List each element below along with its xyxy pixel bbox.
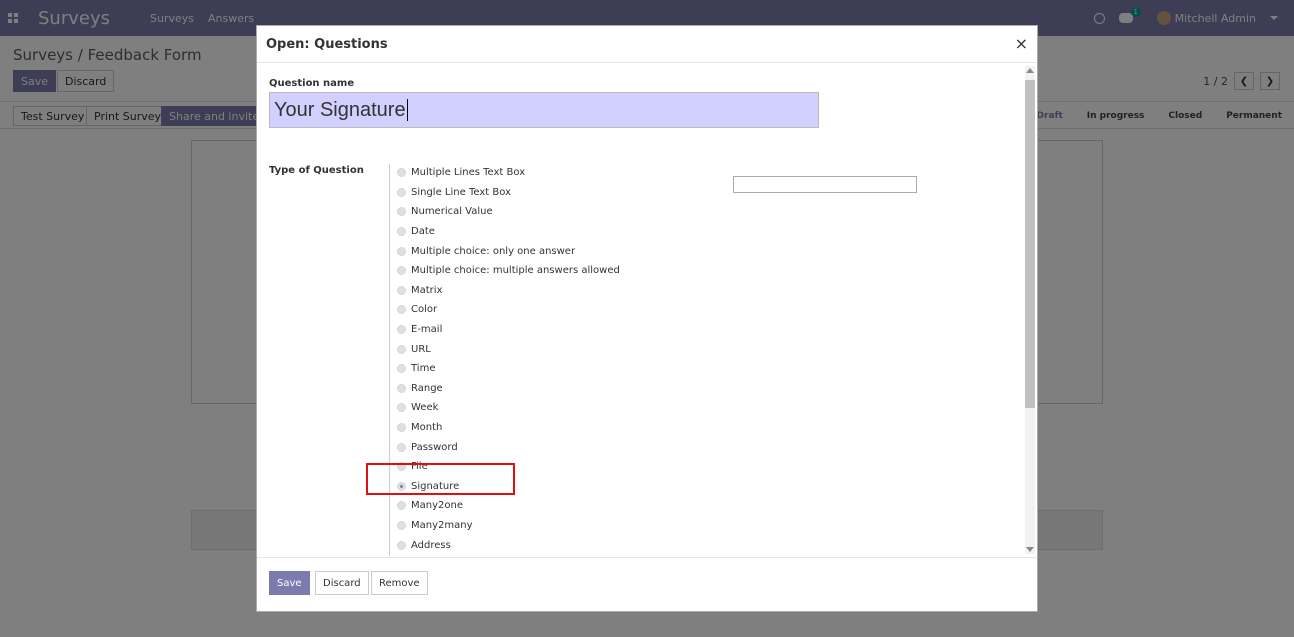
radio-icon[interactable] (397, 423, 406, 433)
divider (389, 164, 390, 556)
radio-option[interactable]: Many2many (397, 516, 620, 536)
dialog-remove-button[interactable]: Remove (371, 571, 428, 595)
radio-label[interactable]: Multiple choice: only one answer (411, 246, 575, 257)
radio-icon[interactable] (397, 187, 406, 197)
question-type-radio-group: Multiple Lines Text Box Single Line Text… (397, 163, 620, 555)
question-name-input[interactable]: Your Signature (269, 92, 819, 128)
radio-icon[interactable] (397, 442, 406, 452)
question-name-label: Question name (269, 78, 355, 89)
radio-label[interactable]: Multiple Lines Text Box (411, 167, 525, 178)
radio-icon[interactable] (397, 168, 406, 178)
radio-option[interactable]: Many2one (397, 496, 620, 516)
radio-option[interactable]: Multiple choice: only one answer (397, 241, 620, 261)
radio-label[interactable]: Matrix (411, 285, 442, 296)
text-cursor (406, 99, 408, 121)
radio-label[interactable]: URL (411, 344, 431, 355)
radio-label[interactable]: E-mail (411, 324, 442, 335)
radio-option[interactable]: Numerical Value (397, 202, 620, 222)
radio-icon[interactable] (397, 325, 406, 335)
scroll-down-icon[interactable] (1026, 547, 1034, 552)
radio-icon[interactable] (397, 207, 406, 217)
radio-icon[interactable] (397, 540, 406, 550)
radio-label[interactable]: Week (411, 402, 438, 413)
radio-icon[interactable] (397, 285, 406, 295)
dialog-title: Open: Questions (266, 36, 388, 52)
radio-label[interactable]: Address (411, 540, 451, 551)
radio-option[interactable]: Date (397, 222, 620, 242)
radio-option[interactable]: Single Line Text Box (397, 183, 620, 203)
radio-label[interactable]: Numerical Value (411, 206, 493, 217)
dialog-discard-button[interactable]: Discard (315, 571, 369, 595)
annotation-highlight-box (366, 463, 515, 495)
dialog-scrollbar[interactable] (1025, 66, 1035, 554)
radio-label[interactable]: Many2many (411, 520, 473, 531)
radio-label[interactable]: Range (411, 383, 443, 394)
radio-icon[interactable] (397, 344, 406, 354)
radio-option[interactable]: Range (397, 379, 620, 399)
radio-label[interactable]: Month (411, 422, 442, 433)
question-name-value: Your Signature (274, 98, 406, 121)
radio-icon[interactable] (397, 227, 406, 237)
side-input-box[interactable] (733, 176, 917, 193)
radio-label[interactable]: Time (411, 363, 435, 374)
radio-icon[interactable] (397, 403, 406, 413)
radio-option[interactable]: Month (397, 418, 620, 438)
radio-icon[interactable] (397, 364, 406, 374)
dialog-save-button[interactable]: Save (269, 571, 310, 595)
radio-label[interactable]: Multiple choice: multiple answers allowe… (411, 265, 620, 276)
scroll-up-icon[interactable] (1026, 68, 1034, 73)
radio-option[interactable]: Multiple Lines Text Box (397, 163, 620, 183)
close-icon[interactable]: × (1015, 34, 1028, 53)
radio-option[interactable]: Multiple choice: multiple answers allowe… (397, 261, 620, 281)
radio-icon[interactable] (397, 266, 406, 276)
radio-label[interactable]: Date (411, 226, 435, 237)
radio-icon[interactable] (397, 501, 406, 511)
radio-icon[interactable] (397, 246, 406, 256)
radio-option[interactable]: Color (397, 300, 620, 320)
radio-option[interactable]: Time (397, 359, 620, 379)
radio-icon[interactable] (397, 520, 406, 530)
radio-option[interactable]: Week (397, 398, 620, 418)
radio-option[interactable]: Address (397, 535, 620, 555)
radio-label[interactable]: Many2one (411, 500, 463, 511)
radio-label[interactable]: Password (411, 442, 458, 453)
radio-option[interactable]: Matrix (397, 281, 620, 301)
radio-icon[interactable] (397, 305, 406, 315)
radio-option[interactable]: Password (397, 437, 620, 457)
radio-option[interactable]: E-mail (397, 320, 620, 340)
dialog-footer: Save Discard Remove (257, 557, 1037, 612)
question-type-label: Type of Question (269, 165, 364, 176)
questions-dialog: Open: Questions × Question name Your Sig… (256, 25, 1038, 612)
radio-label[interactable]: Single Line Text Box (411, 187, 511, 198)
radio-label[interactable]: Color (411, 304, 437, 315)
scroll-thumb[interactable] (1025, 80, 1035, 408)
dialog-header: Open: Questions × (257, 26, 1037, 63)
radio-icon[interactable] (397, 383, 406, 393)
radio-option[interactable]: URL (397, 339, 620, 359)
